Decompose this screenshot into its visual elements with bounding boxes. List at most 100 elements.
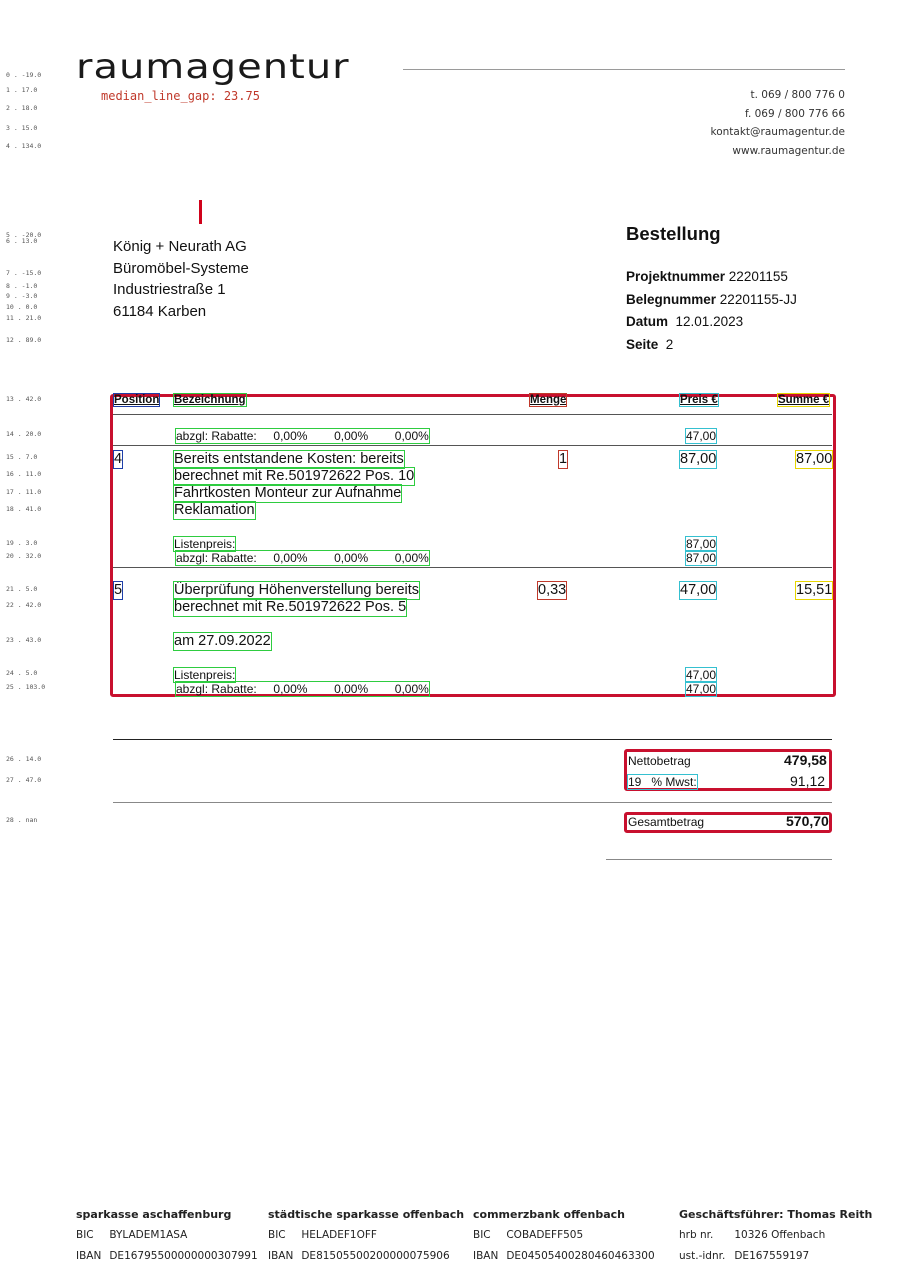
line-marker: 26 . 14.0 — [6, 755, 42, 763]
recipient-line: Büromöbel-Systeme — [113, 259, 249, 277]
footer-title: städtische sparkasse offenbach — [268, 1208, 465, 1221]
footer-bank-3: commerzbank offenbach BIC COBADEFF505 IB… — [473, 1204, 655, 1267]
netto-label: Nettobetrag — [628, 754, 691, 768]
rabatt-price: 47,00 — [684, 681, 718, 697]
table-header-rule — [113, 414, 832, 415]
contact-block: t. 069 / 800 776 0 f. 069 / 800 776 66 k… — [711, 86, 845, 160]
gesamt-underline — [606, 859, 832, 860]
footer-value: DE167559197 — [734, 1250, 810, 1262]
rabatt-price: 47,00 — [684, 428, 718, 444]
totals-rule — [113, 739, 832, 740]
mwst-label: 19 % Mwst: — [627, 774, 698, 790]
item-description: Überprüfung Höhenverstellung bereits ber… — [172, 581, 421, 617]
footer-bank-1: sparkasse aschaffenburg BIC BYLADEM1ASA … — [76, 1204, 258, 1267]
footer-value: DE16795500000000307991 — [109, 1250, 258, 1262]
document-title: Bestellung — [626, 223, 721, 244]
row-rule — [113, 567, 832, 568]
listenpreis-label: Listenpreis: — [172, 667, 237, 683]
line-marker: 20 . 32.0 — [6, 552, 42, 560]
recipient-line: König + Neurath AG — [113, 238, 247, 255]
header-bezeichnung: Bezeichnung — [173, 393, 247, 407]
description-line: berechnet mit Re.501972622 Pos. 5 — [172, 598, 408, 617]
item-quantity: 0,33 — [536, 581, 568, 600]
footer-value: 10326 Offenbach — [734, 1229, 826, 1241]
overlay-gap-label: median_line_gap: 23.75 — [101, 89, 260, 103]
line-marker: 11 . 21.0 — [6, 314, 42, 322]
line-marker: 10 . 0.0 — [6, 303, 38, 311]
footer-management: Geschäftsführer: Thomas Reith hrb nr. 10… — [679, 1204, 872, 1267]
mwst-value: 91,12 — [790, 773, 826, 789]
project-number: 22201155 — [728, 269, 788, 284]
description-line: am 27.09.2022 — [173, 632, 272, 651]
description-line: Bereits entstandene Kosten: bereits — [173, 450, 405, 469]
beleg-label: Belegnummer — [626, 291, 717, 307]
description-line: Fahrtkosten Monteur zur Aufnahme — [172, 484, 403, 503]
contact-phone: t. 069 / 800 776 0 — [750, 89, 846, 101]
line-marker: 0 . -19.0 — [6, 71, 42, 79]
footer-title: commerzbank offenbach — [473, 1208, 625, 1221]
line-marker: 17 . 11.0 — [6, 488, 42, 496]
footer-value: COBADEFF505 — [506, 1229, 584, 1241]
line-marker: 21 . 5.0 — [6, 585, 38, 593]
page-label: Seite — [626, 336, 659, 352]
description-line: Reklamation — [173, 501, 256, 520]
footer-value: DE81505500200000075906 — [301, 1250, 450, 1262]
line-marker: 27 . 47.0 — [6, 776, 42, 784]
listenpreis-value: 87,00 — [684, 536, 718, 552]
listenpreis-label: Listenpreis: — [172, 536, 237, 552]
company-logo: raumagentur — [76, 47, 350, 87]
footer-value: DE04505400280460463300 — [506, 1250, 655, 1262]
beleg-number: 22201155-JJ — [719, 291, 797, 307]
footer-label: BIC — [76, 1229, 94, 1241]
line-marker: 9 . -3.0 — [6, 292, 38, 300]
line-marker: 19 . 3.0 — [6, 539, 38, 547]
footer-value: HELADEF1OFF — [301, 1229, 377, 1241]
line-marker: 28 . nan — [6, 816, 38, 824]
overlay-marker — [199, 200, 202, 224]
item-sum: 87,00 — [795, 450, 833, 469]
line-marker: 15 . 7.0 — [6, 453, 38, 461]
description-line: Überprüfung Höhenverstellung bereits — [172, 581, 421, 600]
project-label: Projektnummer — [626, 269, 726, 284]
footer-title: Geschäftsführer: Thomas Reith — [679, 1208, 873, 1221]
line-marker: 12 . 89.0 — [6, 336, 42, 344]
rabatt-row: abzgl: Rabatte: 0,00% 0,00% 0,00% — [175, 550, 430, 566]
contact-website[interactable]: www.raumagentur.de — [711, 142, 845, 161]
totals-rule — [113, 802, 832, 803]
line-marker: 7 . -15.0 — [6, 269, 42, 277]
footer-label: hrb nr. — [679, 1229, 714, 1241]
item-sum: 15,51 — [795, 581, 833, 600]
line-marker: 14 . 20.0 — [6, 430, 42, 438]
item-position: 5 — [112, 581, 124, 600]
line-marker: 22 . 42.0 — [6, 601, 42, 609]
page-number: 2 — [665, 336, 674, 352]
item-position: 4 — [112, 450, 124, 469]
line-marker: 16 . 11.0 — [6, 470, 42, 478]
header-summe: Summe € — [776, 393, 831, 407]
line-marker: 2 . 18.0 — [6, 104, 38, 112]
header-rule — [403, 69, 845, 70]
line-marker: 4 . 134.0 — [6, 142, 42, 150]
line-marker: 18 . 41.0 — [6, 505, 42, 513]
header-preis: Preis € — [679, 393, 719, 407]
recipient-line: Industriestraße 1 — [113, 281, 226, 298]
footer-label: BIC — [473, 1229, 491, 1241]
header-menge: Menge — [528, 393, 568, 407]
line-marker: 6 . 13.0 — [6, 237, 38, 245]
item-price: 47,00 — [678, 581, 718, 600]
item-quantity: 1 — [557, 450, 569, 469]
line-marker: 8 . -1.0 — [6, 282, 38, 290]
contact-fax: f. 069 / 800 776 66 — [745, 107, 845, 120]
footer-bank-2: städtische sparkasse offenbach BIC HELAD… — [268, 1204, 464, 1267]
footer-label: IBAN — [473, 1250, 499, 1262]
footer-value: BYLADEM1ASA — [109, 1229, 188, 1241]
contact-email[interactable]: kontakt@raumagentur.de — [711, 123, 845, 142]
date-label: Datum — [626, 314, 669, 329]
rabatt-price: 87,00 — [684, 550, 718, 566]
gesamt-label: Gesamtbetrag — [628, 815, 705, 829]
line-marker: 25 . 103.0 — [6, 683, 46, 691]
recipient-address: König + Neurath AG Büromöbel-Systeme Ind… — [113, 236, 249, 322]
recipient-line: 61184 Karben — [113, 302, 207, 320]
footer-title: sparkasse aschaffenburg — [76, 1208, 232, 1221]
row-rule — [113, 445, 832, 446]
